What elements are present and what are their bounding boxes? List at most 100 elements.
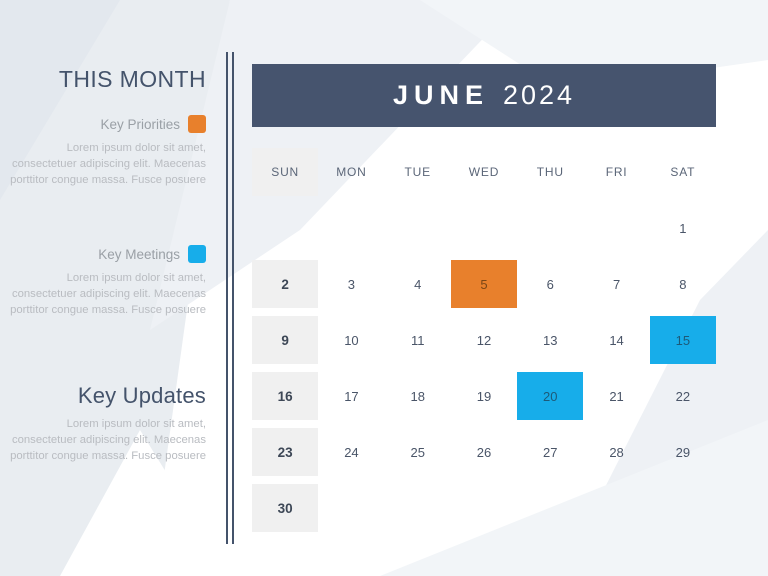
calendar-day-number: 30 [277,500,293,516]
calendar-day-number: 26 [476,444,492,460]
calendar-day-number: 2 [281,276,289,292]
calendar-day-number: 25 [410,444,425,460]
calendar-empty-cell [583,480,649,536]
calendar-empty-cell [517,480,583,536]
calendar-day-cell[interactable]: 8 [650,256,716,312]
calendar-day-number: 8 [679,276,687,292]
calendar-empty-cell [318,200,384,256]
calendar-empty-cell [583,200,649,256]
weekday-header-label: SUN [271,165,300,179]
calendar-day-number: 17 [344,388,359,404]
calendar-day-cell[interactable]: 16 [252,368,319,424]
calendar-day-number: 13 [543,332,558,348]
calendar-day-cell[interactable]: 20 [517,368,584,424]
calendar-empty-cell [517,200,583,256]
calendar-empty-cell [451,200,517,256]
calendar-day-cell[interactable]: 4 [385,256,451,312]
section-key-updates: Key Updates Lorem ipsum dolor sit amet, … [10,383,206,464]
calendar-day-cell[interactable]: 19 [451,368,517,424]
calendar-empty-cell [650,480,716,536]
calendar-day-number: 4 [414,276,422,292]
key-meetings-body: Lorem ipsum dolor sit amet, consectetuer… [10,272,206,317]
key-meetings-label-row: Key Meetings [10,245,206,263]
key-priorities-body: Lorem ipsum dolor sit amet, consectetuer… [10,142,206,187]
calendar-day-cell[interactable]: 2 [252,256,319,312]
orange-legend-swatch [188,115,206,133]
calendar-day-cell[interactable]: 22 [650,368,716,424]
calendar-day-cell[interactable]: 28 [583,424,649,480]
calendar-empty-cell [252,200,318,256]
key-meetings-label: Key Meetings [98,246,180,262]
calendar-header-bar: JUNE 2024 [252,64,716,127]
calendar-day-cell[interactable]: 25 [385,424,451,480]
calendar-empty-cell [385,200,451,256]
calendar-year-label: 2024 [502,80,576,110]
calendar-day-number: 27 [543,444,558,460]
calendar-day-cell[interactable]: 7 [583,256,649,312]
calendar-day-cell[interactable]: 15 [649,312,716,368]
calendar-day-cell[interactable]: 23 [252,424,319,480]
calendar-day-number: 18 [410,388,425,404]
calendar-empty-cell [318,480,384,536]
calendar-day-number: 1 [679,220,687,236]
weekday-header-fri: FRI [583,144,649,200]
calendar-day-number: 10 [344,332,359,348]
section-key-meetings: Key Meetings Lorem ipsum dolor sit amet,… [10,245,206,318]
calendar-day-cell[interactable]: 30 [252,480,319,536]
calendar-day-cell[interactable]: 24 [318,424,384,480]
calendar-day-number: 28 [609,444,624,460]
weekday-header-tue: TUE [385,144,451,200]
slide-canvas: THIS MONTH Key Priorities Lorem ipsum do… [0,0,768,576]
key-updates-title: Key Updates [77,383,206,408]
weekday-header-label: WED [468,165,500,179]
calendar-day-cell[interactable]: 5 [450,256,518,312]
calendar-day-number: 6 [546,276,554,292]
vertical-divider-line-2 [232,52,234,544]
calendar-day-number: 19 [476,388,492,404]
calendar-day-number: 9 [281,332,289,348]
calendar-day-number: 7 [612,276,621,292]
calendar-day-cell[interactable]: 10 [318,312,384,368]
calendar-day-number: 23 [277,444,293,460]
key-updates-body: Lorem ipsum dolor sit amet, consectetuer… [10,418,206,463]
calendar-day-cell[interactable]: 9 [252,312,319,368]
calendar-day-cell[interactable]: 21 [583,368,649,424]
calendar-day-cell[interactable]: 29 [650,424,716,480]
calendar-day-number: 5 [480,276,488,292]
weekday-header-label: SAT [670,165,696,179]
weekday-header-label: MON [336,165,367,179]
weekday-header-label: THU [536,165,564,179]
calendar-day-number: 15 [675,332,691,348]
weekday-header-label: FRI [605,165,628,179]
calendar-day-cell[interactable]: 1 [650,200,716,256]
calendar-day-number: 20 [543,388,558,404]
calendar-day-cell[interactable]: 6 [517,256,583,312]
vertical-divider-line-1 [226,52,228,544]
calendar-day-number: 11 [410,332,425,348]
calendar-day-number: 3 [347,276,356,292]
weekday-header-sat: SAT [650,144,716,200]
calendar-day-number: 29 [675,444,691,460]
calendar-day-cell[interactable]: 11 [385,312,451,368]
calendar-day-cell[interactable]: 12 [451,312,517,368]
calendar-day-cell[interactable]: 14 [583,312,649,368]
calendar-empty-cell [385,480,451,536]
calendar-day-number: 21 [609,388,624,404]
sidebar: THIS MONTH Key Priorities Lorem ipsum do… [0,0,212,576]
key-priorities-label-row: Key Priorities [10,115,206,133]
calendar-day-cell[interactable]: 27 [517,424,583,480]
calendar-month-label: JUNE [392,80,489,110]
calendar-day-number: 14 [609,332,624,348]
calendar-grid: SUN MON TUE WED THU FRI SAT 1 2 3 4 5 6 7 8 9 10 11 12 13 14… [252,144,716,536]
weekday-header-thu: THU [517,144,583,200]
calendar-day-cell[interactable]: 17 [318,368,384,424]
calendar-day-cell[interactable]: 26 [451,424,517,480]
calendar-day-cell[interactable]: 13 [517,312,583,368]
calendar-day-cell[interactable]: 3 [318,256,384,312]
blue-legend-swatch [188,245,206,263]
calendar-day-cell[interactable]: 18 [385,368,451,424]
weekday-header-sun: SUN [252,144,319,200]
page-title: THIS MONTH [58,66,206,92]
calendar-day-number: 22 [675,388,691,404]
weekday-header-label: TUE [404,165,431,179]
